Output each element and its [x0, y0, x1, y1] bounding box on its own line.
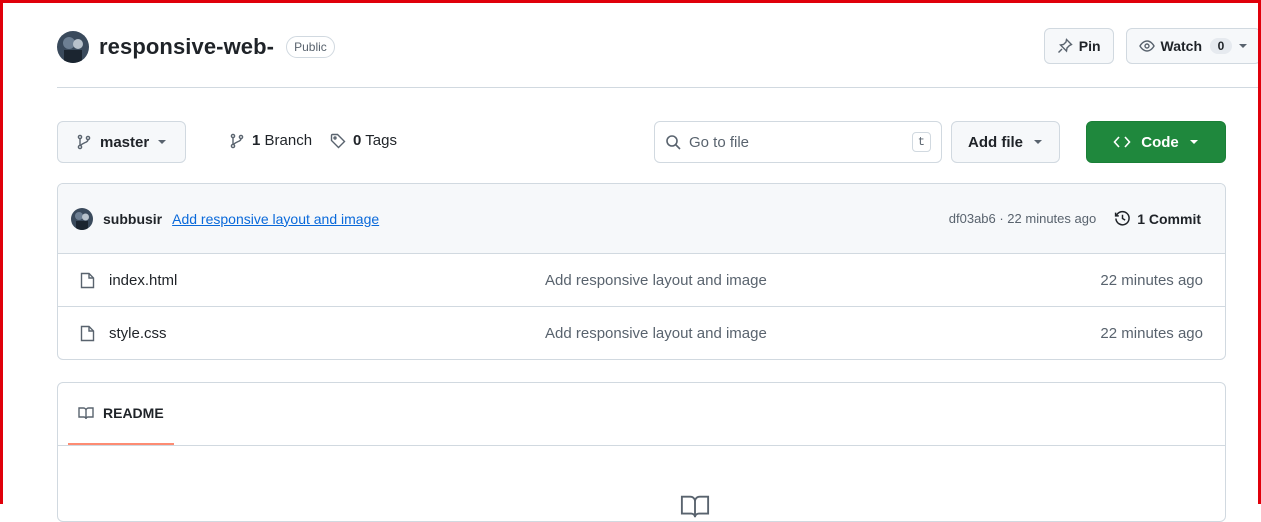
repo-meta: 1 Branch 0 Tags: [229, 132, 397, 149]
readme-panel: README: [57, 382, 1226, 522]
file-name-cell[interactable]: index.html: [80, 272, 545, 289]
header-divider: [57, 87, 1261, 88]
file-age: 22 minutes ago: [1100, 325, 1203, 342]
chevron-down-icon: [1189, 137, 1199, 147]
code-label: Code: [1141, 133, 1179, 151]
pin-button[interactable]: Pin: [1043, 28, 1114, 64]
history-icon: [1114, 210, 1131, 227]
branches-label: Branch: [264, 132, 313, 149]
watch-button[interactable]: Watch 0: [1125, 28, 1261, 64]
repo-header: responsive-web- Public: [57, 31, 335, 63]
file-commit-message[interactable]: Add responsive layout and image: [545, 325, 1100, 342]
visibility-badge: Public: [286, 36, 335, 58]
pin-icon: [1057, 38, 1073, 54]
file-icon: [80, 325, 95, 342]
file-commit-message[interactable]: Add responsive layout and image: [545, 272, 1100, 289]
git-branch-icon: [229, 133, 245, 149]
readme-divider: [58, 445, 1225, 446]
file-age: 22 minutes ago: [1100, 271, 1203, 289]
author-avatar[interactable]: [71, 207, 93, 230]
tags-count: 0: [353, 132, 362, 149]
commit-info: df03ab6 · 22 minutes ago 1 Commit: [949, 210, 1201, 227]
branch-name: master: [100, 133, 150, 151]
code-button[interactable]: Code: [1086, 121, 1226, 163]
commit-history-link[interactable]: 1 Commit: [1114, 210, 1201, 227]
search-shortcut: t: [911, 132, 931, 152]
commit-hash-time[interactable]: df03ab6 · 22 minutes ago: [949, 211, 1096, 226]
tag-icon: [330, 133, 346, 149]
commit-author[interactable]: subbusir: [103, 211, 162, 227]
branch-selector[interactable]: master: [57, 121, 187, 163]
branches-count: 1: [252, 132, 261, 149]
watch-label: Watch: [1160, 38, 1202, 54]
chevron-down-icon: [157, 137, 167, 147]
add-file-button[interactable]: Add file: [951, 121, 1060, 163]
file-name[interactable]: index.html: [109, 272, 177, 289]
tags-label: Tags: [365, 132, 397, 149]
table-row[interactable]: index.html Add responsive layout and ima…: [58, 254, 1225, 307]
branches-link[interactable]: 1 Branch: [229, 132, 312, 149]
add-file-label: Add file: [968, 133, 1023, 151]
commit-count-label: 1 Commit: [1137, 210, 1201, 227]
repo-actions: Pin Watch 0: [1043, 28, 1261, 64]
file-name-cell[interactable]: style.css: [80, 325, 545, 342]
git-branch-icon: [76, 134, 92, 150]
search-icon: [665, 134, 681, 150]
file-name[interactable]: style.css: [109, 325, 167, 342]
pin-label: Pin: [1078, 38, 1101, 54]
table-row[interactable]: style.css Add responsive layout and imag…: [58, 307, 1225, 359]
latest-commit-row: subbusir Add responsive layout and image…: [58, 184, 1225, 254]
book-icon: [78, 405, 94, 421]
chevron-down-icon: [1033, 137, 1043, 147]
file-icon: [80, 272, 95, 289]
code-icon: [1113, 134, 1131, 150]
tags-link[interactable]: 0 Tags: [330, 132, 397, 149]
owner-avatar[interactable]: [57, 31, 89, 63]
chevron-down-icon: [1238, 41, 1248, 51]
tab-readme[interactable]: README: [68, 383, 174, 445]
search-placeholder: Go to file: [689, 133, 750, 151]
eye-icon: [1138, 38, 1155, 54]
file-table: subbusir Add responsive layout and image…: [57, 183, 1226, 360]
readme-tab-label: README: [103, 405, 164, 421]
commit-message-link[interactable]: Add responsive layout and image: [172, 211, 379, 227]
book-icon: [678, 491, 712, 521]
go-to-file-input[interactable]: Go to file t: [654, 121, 942, 163]
watch-count: 0: [1210, 38, 1232, 54]
repo-name[interactable]: responsive-web-: [99, 34, 274, 60]
